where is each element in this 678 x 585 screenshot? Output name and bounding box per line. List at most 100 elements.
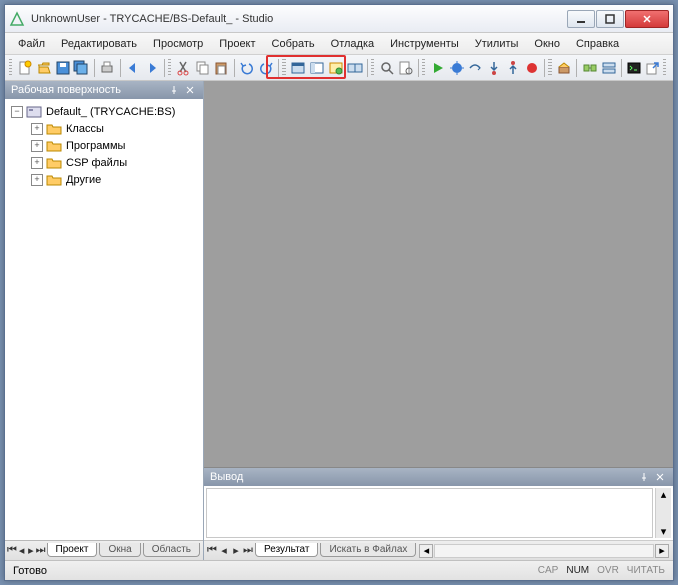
content-area: Рабочая поверхность − Default_ (TRYCACHE… — [5, 81, 673, 560]
status-text: Готово — [13, 565, 47, 577]
find-in-files-icon[interactable] — [397, 58, 414, 78]
undo-icon[interactable] — [239, 58, 256, 78]
menu-window[interactable]: Окно — [527, 36, 567, 52]
window-toggle-2-icon[interactable] — [309, 58, 326, 78]
scroll-right-icon[interactable]: ▸ — [655, 544, 669, 558]
tree-node-other[interactable]: + Другие — [7, 171, 201, 188]
collapse-icon[interactable]: − — [11, 106, 23, 118]
menu-debug[interactable]: Отладка — [324, 36, 381, 52]
tab-result[interactable]: Результат — [255, 543, 318, 557]
statusbar: Готово CAP NUM OVR ЧИТАТЬ — [5, 560, 673, 580]
menu-project[interactable]: Проект — [212, 36, 262, 52]
window-toggle-3-icon[interactable] — [327, 58, 344, 78]
maximize-button[interactable] — [596, 10, 624, 28]
tab-first-icon[interactable]: ⏮ — [7, 544, 17, 558]
scroll-down-icon[interactable]: ▾ — [661, 525, 667, 538]
forward-icon[interactable] — [143, 58, 160, 78]
find-icon[interactable] — [378, 58, 395, 78]
breakpoint-icon[interactable] — [524, 58, 541, 78]
toolbar-grip-3 — [282, 59, 285, 77]
expand-icon[interactable]: + — [31, 123, 43, 135]
folder-icon — [46, 121, 62, 137]
pin-icon[interactable] — [637, 470, 651, 484]
tab-find-in-files[interactable]: Искать в Файлах — [320, 543, 416, 557]
app-window: UnknownUser - TRYCACHE/BS-Default_ - Stu… — [4, 4, 674, 581]
folder-icon — [46, 155, 62, 171]
menu-view[interactable]: Просмотр — [146, 36, 210, 52]
menu-build[interactable]: Собрать — [265, 36, 322, 52]
save-icon[interactable] — [54, 58, 71, 78]
pin-icon[interactable] — [167, 83, 181, 97]
run-icon[interactable] — [429, 58, 446, 78]
project-tree[interactable]: − Default_ (TRYCACHE:BS) + Классы + Прог… — [5, 99, 203, 540]
paste-icon[interactable] — [213, 58, 230, 78]
back-icon[interactable] — [124, 58, 141, 78]
output-tabs: ⏮ ◂ ▸ ⏭ Результат Искать в Файлах ◂ ▸ — [204, 540, 673, 560]
build-icon[interactable] — [556, 58, 573, 78]
namespace-icon[interactable] — [600, 58, 617, 78]
expand-icon[interactable]: + — [31, 174, 43, 186]
menu-file[interactable]: Файл — [11, 36, 52, 52]
toolbar-grip-5 — [422, 59, 425, 77]
tab-prev-icon[interactable]: ◂ — [218, 544, 230, 558]
close-button[interactable] — [625, 10, 669, 28]
scroll-track[interactable] — [434, 544, 654, 558]
debug-icon[interactable] — [448, 58, 465, 78]
toolbar-grip-6 — [548, 59, 551, 77]
window-toggle-4-icon[interactable] — [346, 58, 363, 78]
minimize-button[interactable] — [567, 10, 595, 28]
output-title: Вывод — [210, 471, 243, 483]
step-over-icon[interactable] — [467, 58, 484, 78]
tab-project[interactable]: Проект — [47, 543, 98, 557]
output-text[interactable] — [206, 488, 653, 538]
toolbar-grip-2 — [168, 59, 171, 77]
scroll-up-icon[interactable]: ▴ — [661, 488, 667, 501]
window-toggle-1-icon[interactable] — [290, 58, 307, 78]
scroll-left-icon[interactable]: ◂ — [419, 544, 433, 558]
expand-icon[interactable]: + — [31, 140, 43, 152]
tab-last-icon[interactable]: ⏭ — [242, 544, 254, 558]
toolbar-grip — [9, 59, 12, 77]
tab-prev-icon[interactable]: ◂ — [17, 544, 26, 558]
editor-area: Вывод ▴ ▾ ⏮ ◂ ▸ ⏭ Резуль — [204, 81, 673, 560]
output-scrollbar[interactable]: ▴ ▾ — [655, 488, 671, 538]
folder-icon — [46, 172, 62, 188]
tree-root[interactable]: − Default_ (TRYCACHE:BS) — [7, 103, 201, 120]
tree-node-csp[interactable]: + CSP файлы — [7, 154, 201, 171]
menu-utilities[interactable]: Утилиты — [468, 36, 526, 52]
copy-icon[interactable] — [194, 58, 211, 78]
tab-next-icon[interactable]: ▸ — [230, 544, 242, 558]
tree-node-classes[interactable]: + Классы — [7, 120, 201, 137]
menu-tools[interactable]: Инструменты — [383, 36, 466, 52]
tab-last-icon[interactable]: ⏭ — [36, 544, 46, 558]
tab-windows[interactable]: Окна — [99, 543, 140, 557]
save-all-icon[interactable] — [73, 58, 90, 78]
export-icon[interactable] — [645, 58, 662, 78]
tab-first-icon[interactable]: ⏮ — [206, 544, 218, 558]
tab-next-icon[interactable]: ▸ — [26, 544, 35, 558]
panel-close-icon[interactable] — [183, 83, 197, 97]
step-into-icon[interactable] — [486, 58, 503, 78]
toolbar-grip-4 — [371, 59, 374, 77]
mdi-workspace — [204, 81, 673, 467]
tree-node-programs[interactable]: + Программы — [7, 137, 201, 154]
print-icon[interactable] — [99, 58, 116, 78]
new-icon[interactable] — [16, 58, 33, 78]
menu-edit[interactable]: Редактировать — [54, 36, 144, 52]
connect-icon[interactable] — [581, 58, 598, 78]
redo-icon[interactable] — [258, 58, 275, 78]
step-out-icon[interactable] — [505, 58, 522, 78]
panel-close-icon[interactable] — [653, 470, 667, 484]
cut-icon[interactable] — [175, 58, 192, 78]
workspace-title: Рабочая поверхность — [11, 84, 121, 96]
status-read: ЧИТАТЬ — [627, 565, 665, 576]
tab-namespace[interactable]: Область — [143, 543, 200, 557]
tree-root-label: Default_ (TRYCACHE:BS) — [46, 106, 175, 118]
sidebar-tabs: ⏮ ◂ ▸ ⏭ Проект Окна Область — [5, 540, 203, 560]
status-cap: CAP — [538, 565, 559, 576]
expand-icon[interactable]: + — [31, 157, 43, 169]
open-icon[interactable] — [35, 58, 52, 78]
terminal-icon[interactable] — [626, 58, 643, 78]
menu-help[interactable]: Справка — [569, 36, 626, 52]
output-hscroll[interactable]: ◂ ▸ — [417, 544, 671, 558]
